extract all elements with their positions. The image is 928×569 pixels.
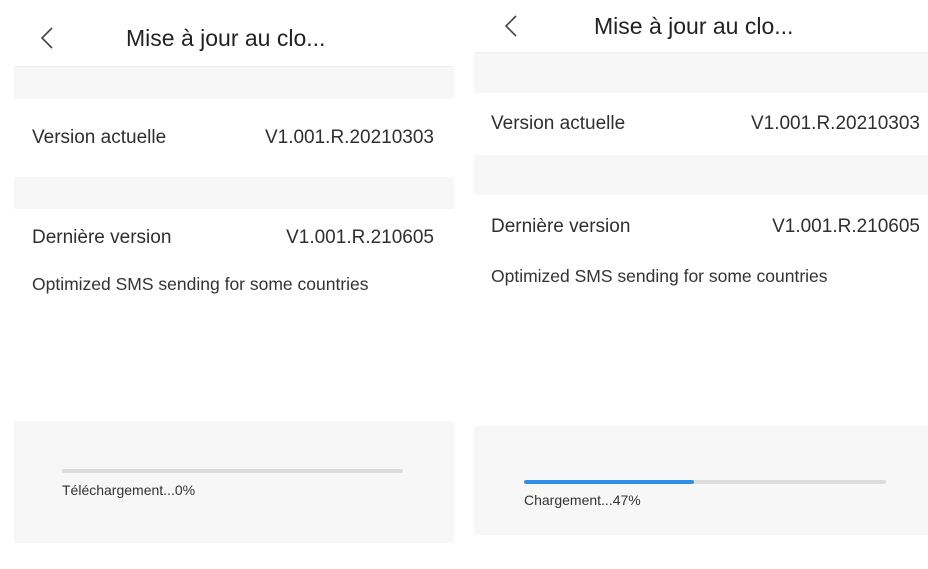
latest-version-label: Dernière version [32, 227, 172, 248]
progress-bar [62, 469, 403, 473]
current-version-row: Version actuelle V1.001.R.20210303 [14, 99, 454, 177]
progress-bar-fill [524, 480, 695, 484]
section-divider [474, 53, 928, 93]
latest-version-row: Dernière version V1.001.R.210605 [14, 209, 454, 267]
current-version-label: Version actuelle [32, 127, 167, 148]
app-header: Mise à jour au clo... [474, 0, 928, 53]
release-notes: Optimized SMS sending for some countries [32, 274, 369, 294]
update-screen-downloading: Mise à jour au clo... Version actuelle V… [14, 10, 454, 569]
progress-bar [524, 480, 886, 484]
content-spacer [14, 301, 454, 421]
progress-panel: Chargement...47% [474, 426, 928, 535]
latest-version-value: V1.001.R.210605 [286, 227, 434, 248]
progress-label: Chargement...47% [524, 492, 641, 508]
current-version-value: V1.001.R.20210303 [750, 113, 920, 134]
update-screen-loading: Mise à jour au clo... Version actuelle V… [474, 0, 928, 569]
latest-version-label: Dernière version [491, 216, 631, 237]
page-title: Mise à jour au clo... [594, 12, 794, 39]
section-divider [474, 155, 928, 195]
current-version-value: V1.001.R.20210303 [264, 127, 434, 148]
chevron-left-icon[interactable] [504, 0, 518, 52]
progress-label: Téléchargement...0% [62, 482, 196, 498]
section-divider [14, 67, 454, 99]
app-header: Mise à jour au clo... [14, 10, 454, 67]
progress-panel: Téléchargement...0% [14, 421, 454, 543]
content-spacer [474, 293, 928, 426]
release-notes: Optimized SMS sending for some countries [491, 266, 828, 286]
page-title: Mise à jour au clo... [126, 24, 326, 51]
section-divider [14, 177, 454, 209]
latest-version-value: V1.001.R.210605 [772, 216, 920, 237]
latest-version-row: Dernière version V1.001.R.210605 [474, 195, 928, 259]
chevron-left-icon[interactable] [40, 10, 54, 66]
current-version-label: Version actuelle [491, 113, 626, 134]
current-version-row: Version actuelle V1.001.R.20210303 [474, 93, 928, 155]
